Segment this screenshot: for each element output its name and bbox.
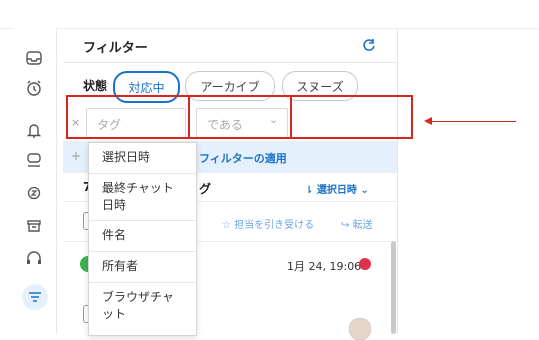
sort-select[interactable]: ⇂ 選択日時 ⌄: [305, 181, 369, 196]
status-label: 状態: [83, 79, 108, 93]
assign-button[interactable]: ☆ 担当を引き受ける: [222, 216, 314, 231]
sidebar: [14, 28, 57, 334]
alarm-icon[interactable]: [24, 78, 44, 98]
result-heading: グ: [199, 182, 212, 196]
field-dropdown: 選択日時 最終チャット日時 件名 所有者 ブラウザチャット: [88, 142, 197, 336]
transfer-label: 転送: [352, 220, 373, 231]
archive-icon[interactable]: [24, 216, 44, 236]
dropdown-item-subject[interactable]: 件名: [89, 221, 196, 252]
dropdown-item-owner[interactable]: 所有者: [89, 252, 196, 283]
panel-title: フィルター: [83, 41, 148, 56]
dropdown-item-selected-time[interactable]: 選択日時: [89, 143, 196, 174]
assign-label: 担当を引き受ける: [234, 220, 315, 231]
item-date: 1月 24, 19:06: [287, 260, 362, 273]
scrollbar[interactable]: [391, 241, 396, 334]
highlight-box-field: [66, 95, 190, 139]
refresh-icon[interactable]: [361, 37, 377, 53]
chevron-down-icon: ⌄: [360, 185, 369, 196]
forward-icon: ↪: [341, 220, 350, 231]
add-condition-icon[interactable]: +: [71, 149, 81, 163]
annotation-arrow-head: [424, 117, 432, 125]
highlight-box-value: [290, 95, 413, 139]
highlight-box-operator: [188, 95, 292, 139]
alarm-status-icon: [359, 258, 371, 270]
divider: [63, 62, 397, 63]
bell-icon[interactable]: [24, 120, 44, 140]
sort-order-icon: ⇂: [305, 185, 314, 196]
sort-label: 選択日時: [316, 185, 357, 196]
star-icon: ☆: [222, 220, 231, 231]
inbox-icon[interactable]: [24, 48, 44, 68]
apply-filter-label[interactable]: フィルターの適用: [199, 150, 287, 166]
transfer-button[interactable]: ↪ 転送: [341, 216, 373, 231]
avatar: [349, 318, 371, 340]
snooze-icon[interactable]: [24, 182, 44, 202]
dropdown-item-browser-chat[interactable]: ブラウザチャット: [89, 283, 196, 335]
annotation-arrow: [430, 121, 516, 122]
support-icon[interactable]: [24, 248, 44, 268]
dropdown-item-last-chat[interactable]: 最終チャット日時: [89, 174, 196, 221]
filter-icon[interactable]: [25, 287, 45, 307]
chat-icon[interactable]: [24, 150, 44, 170]
